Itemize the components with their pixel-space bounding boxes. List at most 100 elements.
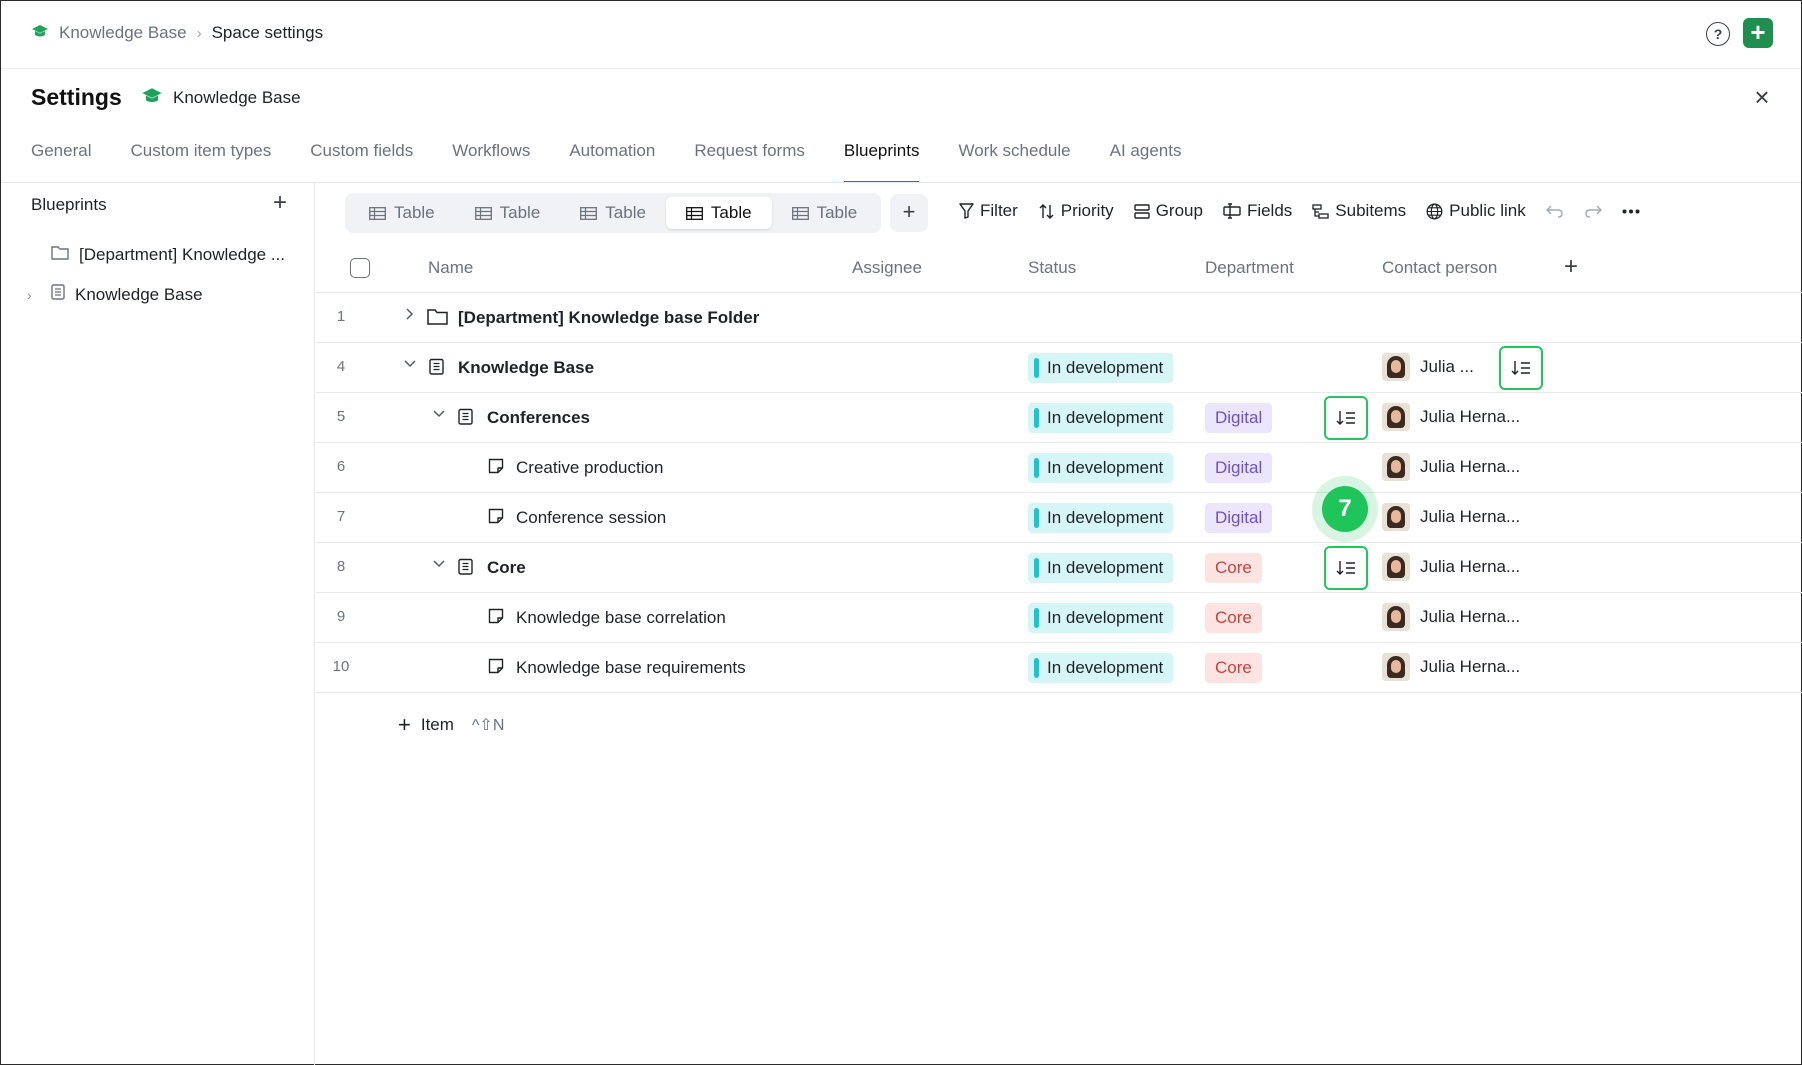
chevron-down-icon[interactable] [432,557,446,573]
department-badge[interactable]: Digital [1205,453,1273,483]
sidebar-item-department-folder[interactable]: [Department] Knowledge ... [27,245,285,265]
folder-icon [427,308,448,330]
sort-subitems-button[interactable] [1324,546,1368,590]
avatar [1382,403,1410,431]
department-badge[interactable]: Core [1205,553,1262,583]
department-badge[interactable]: Core [1205,603,1262,633]
close-icon[interactable]: × [1751,84,1773,110]
status-badge[interactable]: In development [1028,653,1174,683]
sidebar-item-label: [Department] Knowledge ... [79,245,286,264]
column-contact-person[interactable]: Contact person [1382,258,1497,278]
status-badge[interactable]: In development [1028,603,1174,633]
chevron-right-icon: › [196,24,202,42]
avatar [1382,503,1410,531]
task-icon [488,458,504,479]
table-row[interactable]: 8 Core In development Core Julia Herna..… [316,543,1802,593]
add-column-icon[interactable]: + [1564,253,1578,281]
add-item-button[interactable]: + Item ^⇧N [398,712,504,738]
avatar [1382,453,1410,481]
status-badge[interactable]: In development [1028,553,1174,583]
chevron-down-icon[interactable] [432,407,446,423]
help-icon[interactable]: ? [1706,22,1730,46]
view-tab-1[interactable]: Table [349,197,455,229]
view-tab-3[interactable]: Table [560,197,666,229]
sort-icon [1039,203,1054,219]
avatar [1382,603,1410,631]
more-icon[interactable] [1622,209,1640,214]
add-blueprint-icon[interactable]: + [273,189,287,217]
tab-request-forms[interactable]: Request forms [694,141,805,183]
department-badge[interactable]: Core [1205,653,1262,683]
group-button[interactable]: Group [1133,201,1203,221]
view-tab-2[interactable]: Table [455,197,561,229]
avatar [1382,553,1410,581]
row-name: Conference session [516,508,667,527]
subitems-button[interactable]: Subitems [1312,201,1406,221]
breadcrumb-space[interactable]: Knowledge Base [59,23,187,43]
contact-person[interactable]: Julia ... [1382,353,1474,381]
status-badge[interactable]: In development [1028,403,1174,433]
department-badge[interactable]: Digital [1205,503,1273,533]
tab-blueprints[interactable]: Blueprints [843,141,919,183]
add-view-button[interactable]: + [890,194,928,232]
contact-person[interactable]: Julia Herna... [1382,403,1520,431]
select-all-checkbox[interactable] [350,258,370,278]
department-badge[interactable]: Digital [1205,403,1273,433]
view-tab-4[interactable]: Table [665,197,772,229]
row-number: 1 [336,308,346,325]
table-row[interactable]: 1 [Department] Knowledge base Folder [316,293,1802,343]
column-department[interactable]: Department [1205,258,1294,278]
sort-subitems-button[interactable] [1324,396,1368,440]
sidebar-item-knowledge-base[interactable]: › Knowledge Base [27,284,203,305]
filter-button[interactable]: Filter [959,201,1018,221]
tab-automation[interactable]: Automation [569,141,655,183]
table-row[interactable]: 4 Knowledge Base In development Julia ..… [316,343,1802,393]
contact-person[interactable]: Julia Herna... [1382,653,1520,681]
graduation-cap-icon [31,23,49,43]
row-number: 4 [336,358,346,375]
row-name: Knowledge Base [458,358,595,377]
contact-person[interactable]: Julia Herna... [1382,553,1520,581]
column-status[interactable]: Status [1028,258,1076,278]
contact-person[interactable]: Julia Herna... [1382,603,1520,631]
table-row[interactable]: 5 Conferences In development Digital Jul… [316,393,1802,443]
sort-subitems-button[interactable] [1499,346,1543,390]
document-icon [458,558,473,580]
task-icon [488,608,504,629]
tab-ai-agents[interactable]: AI agents [1110,141,1182,183]
tab-custom-item-types[interactable]: Custom item types [130,141,271,183]
task-icon [488,508,504,529]
table-row[interactable]: 10 Knowledge base requirements In develo… [316,643,1802,693]
chevron-right-icon[interactable]: › [27,287,41,303]
contact-person[interactable]: Julia Herna... [1382,503,1520,531]
step-number: 7 [1322,486,1368,532]
tab-work-schedule[interactable]: Work schedule [958,141,1070,183]
undo-icon[interactable] [1545,204,1564,218]
add-button[interactable]: + [1743,18,1773,48]
table-icon [685,206,703,220]
contact-person[interactable]: Julia Herna... [1382,453,1520,481]
tab-custom-fields[interactable]: Custom fields [310,141,413,183]
table-row[interactable]: 6 Creative production In development Dig… [316,443,1802,493]
column-assignee[interactable]: Assignee [852,258,922,278]
status-badge[interactable]: In development [1028,503,1174,533]
redo-icon[interactable] [1584,204,1602,218]
chevron-down-icon[interactable] [403,357,417,373]
chevron-right-icon[interactable] [403,307,415,324]
row-name: Knowledge base correlation [516,608,726,627]
priority-button[interactable]: Priority [1038,201,1114,221]
public-link-button[interactable]: Public link [1426,201,1526,221]
table-row[interactable]: 9 Knowledge base correlation In developm… [316,593,1802,643]
column-name[interactable]: Name [428,258,473,278]
step-marker: 7 [1312,476,1378,542]
table-row[interactable]: 7 Conference session In development Digi… [316,493,1802,543]
tab-workflows[interactable]: Workflows [452,141,530,183]
fields-icon [1223,203,1241,219]
fields-button[interactable]: Fields [1223,201,1292,221]
sort-list-icon [1511,361,1530,375]
status-badge[interactable]: In development [1028,353,1174,383]
row-number: 8 [336,558,346,575]
status-badge[interactable]: In development [1028,453,1174,483]
tab-general[interactable]: General [31,141,91,183]
view-tab-5[interactable]: Table [772,197,878,229]
